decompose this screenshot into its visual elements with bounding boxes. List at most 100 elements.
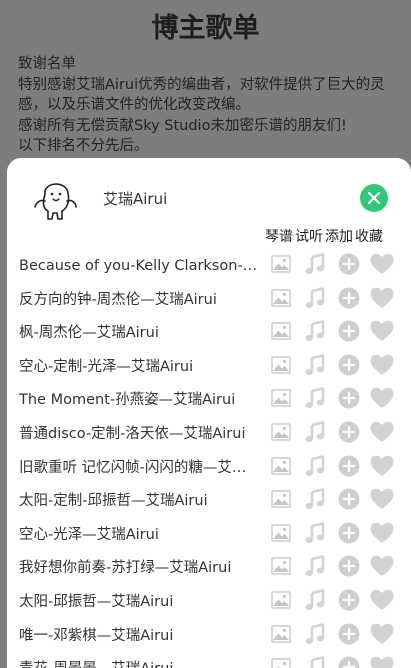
favorite-button[interactable] xyxy=(370,386,394,410)
view-score-button[interactable] xyxy=(269,286,293,310)
listen-button[interactable] xyxy=(303,353,327,377)
music-note-icon xyxy=(305,521,325,543)
heart-icon xyxy=(370,354,394,375)
song-title[interactable]: 旧歌重听 记忆闪帧-闪闪的糖—艾瑞Airui xyxy=(19,456,260,477)
song-title[interactable]: 枫-周杰伦—艾瑞Airui xyxy=(19,321,260,342)
add-button[interactable] xyxy=(337,622,361,646)
favorite-button[interactable] xyxy=(370,521,394,545)
listen-button[interactable] xyxy=(303,420,327,444)
plus-circle-icon xyxy=(338,623,360,645)
favorite-button[interactable] xyxy=(370,655,394,668)
plus-circle-icon xyxy=(338,455,360,477)
add-button[interactable] xyxy=(337,286,361,310)
listen-button[interactable] xyxy=(303,252,327,276)
favorite-button[interactable] xyxy=(370,554,394,578)
listen-button[interactable] xyxy=(303,554,327,578)
music-note-icon xyxy=(305,488,325,510)
music-note-icon xyxy=(305,253,325,274)
listen-button[interactable] xyxy=(303,521,327,545)
favorite-button[interactable] xyxy=(370,353,394,377)
view-score-button[interactable] xyxy=(269,487,293,511)
song-title[interactable]: 反方向的钟-周杰伦—艾瑞Airui xyxy=(19,288,260,309)
song-title[interactable]: Because of you-Kelly Clarkson-艾瑞Airui xyxy=(19,254,260,275)
favorite-button[interactable] xyxy=(370,420,394,444)
song-row[interactable]: 唯一-邓紫棋—艾瑞Airui xyxy=(7,617,411,651)
image-icon xyxy=(271,389,291,408)
song-row[interactable]: 旧歌重听 记忆闪帧-闪闪的糖—艾瑞Airui xyxy=(7,449,411,483)
add-button[interactable] xyxy=(337,487,361,511)
song-title[interactable]: 空心-光泽—艾瑞Airui xyxy=(19,523,260,544)
add-button[interactable] xyxy=(337,521,361,545)
add-button[interactable] xyxy=(337,386,361,410)
song-row[interactable]: The Moment-孙燕姿—艾瑞Airui xyxy=(7,381,411,415)
view-score-button[interactable] xyxy=(269,252,293,276)
song-row[interactable]: 反方向的钟-周杰伦—艾瑞Airui xyxy=(7,281,411,315)
song-row[interactable]: 太阳-邱振哲—艾瑞Airui xyxy=(7,583,411,617)
view-score-button[interactable] xyxy=(269,420,293,444)
add-button[interactable] xyxy=(337,454,361,478)
image-icon xyxy=(271,490,291,509)
listen-button[interactable] xyxy=(303,386,327,410)
close-button[interactable] xyxy=(360,184,388,212)
favorite-button[interactable] xyxy=(370,588,394,612)
song-row[interactable]: Because of you-Kelly Clarkson-艾瑞Airui xyxy=(7,247,411,281)
song-title[interactable]: 太阳-定制-邱振哲—艾瑞Airui xyxy=(19,489,260,510)
song-row[interactable]: 空心-定制-光泽—艾瑞Airui xyxy=(7,348,411,382)
song-row[interactable]: 太阳-定制-邱振哲—艾瑞Airui xyxy=(7,482,411,516)
column-header-score: 琴谱 xyxy=(265,229,293,245)
add-button[interactable] xyxy=(337,588,361,612)
view-score-button[interactable] xyxy=(269,386,293,410)
plus-circle-icon xyxy=(338,555,360,577)
listen-button[interactable] xyxy=(303,454,327,478)
song-title[interactable]: 青花-周晏晏—艾瑞Airui xyxy=(19,657,260,668)
song-row[interactable]: 空心-光泽—艾瑞Airui xyxy=(7,516,411,550)
listen-button[interactable] xyxy=(303,487,327,511)
view-score-button[interactable] xyxy=(269,319,293,343)
song-title[interactable]: 我好想你前奏-苏打绿—艾瑞Airui xyxy=(19,556,260,577)
favorite-button[interactable] xyxy=(370,622,394,646)
add-button[interactable] xyxy=(337,655,361,668)
view-score-button[interactable] xyxy=(269,588,293,612)
add-button[interactable] xyxy=(337,252,361,276)
heart-icon xyxy=(370,656,394,668)
listen-button[interactable] xyxy=(303,655,327,668)
image-icon xyxy=(271,255,291,273)
listen-button[interactable] xyxy=(303,622,327,646)
add-button[interactable] xyxy=(337,353,361,377)
song-title[interactable]: 空心-定制-光泽—艾瑞Airui xyxy=(19,355,260,376)
view-score-button[interactable] xyxy=(269,622,293,646)
listen-button[interactable] xyxy=(303,286,327,310)
music-note-icon xyxy=(305,286,325,308)
view-score-button[interactable] xyxy=(269,655,293,668)
song-row[interactable]: 普通disco-定制-洛天依—艾瑞Airui xyxy=(7,415,411,449)
favorite-button[interactable] xyxy=(370,286,394,310)
image-icon xyxy=(271,523,291,542)
cartoon-avatar-icon xyxy=(32,175,78,223)
favorite-button[interactable] xyxy=(370,252,394,276)
plus-circle-icon xyxy=(338,387,360,409)
music-note-icon xyxy=(305,589,325,610)
view-score-button[interactable] xyxy=(269,554,293,578)
view-score-button[interactable] xyxy=(269,521,293,545)
song-title[interactable]: 太阳-邱振哲—艾瑞Airui xyxy=(19,590,260,611)
music-note-icon xyxy=(305,622,325,644)
heart-icon xyxy=(370,287,394,308)
favorite-button[interactable] xyxy=(370,454,394,478)
listen-button[interactable] xyxy=(303,319,327,343)
view-score-button[interactable] xyxy=(269,353,293,377)
view-score-button[interactable] xyxy=(269,454,293,478)
favorite-button[interactable] xyxy=(370,319,394,343)
listen-button[interactable] xyxy=(303,588,327,612)
song-title[interactable]: 普通disco-定制-洛天依—艾瑞Airui xyxy=(19,422,260,443)
song-title[interactable]: The Moment-孙燕姿—艾瑞Airui xyxy=(19,388,260,409)
add-button[interactable] xyxy=(337,420,361,444)
favorite-button[interactable] xyxy=(370,487,394,511)
add-button[interactable] xyxy=(337,554,361,578)
author-header: 艾瑞Airui 琴谱 试听 添加 收藏 xyxy=(7,158,411,245)
heart-icon xyxy=(370,388,394,409)
song-row[interactable]: 枫-周杰伦—艾瑞Airui xyxy=(7,314,411,348)
add-button[interactable] xyxy=(337,319,361,343)
song-row[interactable]: 青花-周晏晏—艾瑞Airui xyxy=(7,650,411,668)
song-row[interactable]: 我好想你前奏-苏打绿—艾瑞Airui xyxy=(7,549,411,583)
song-title[interactable]: 唯一-邓紫棋—艾瑞Airui xyxy=(19,624,260,645)
